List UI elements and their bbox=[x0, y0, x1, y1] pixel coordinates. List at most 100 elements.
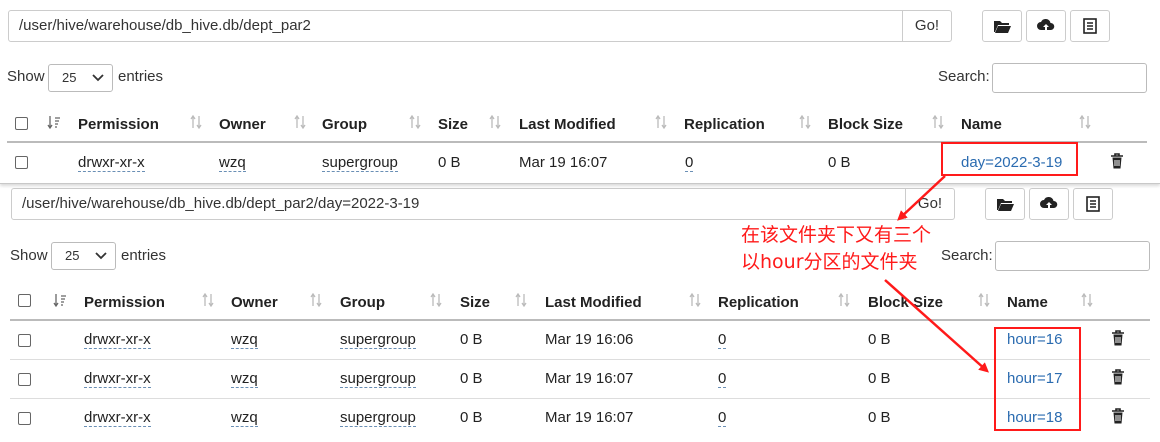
annotation-line-1: 在该文件夹下又有三个 bbox=[741, 224, 932, 246]
cell-last-modified: Mar 19 16:07 bbox=[545, 370, 634, 387]
sort-icon[interactable] bbox=[977, 292, 991, 308]
upload-cloud-icon bbox=[1037, 18, 1055, 32]
list-icon bbox=[1086, 196, 1100, 212]
upload-button[interactable] bbox=[1029, 188, 1069, 220]
show-label: Show bbox=[10, 247, 48, 264]
cell-size: 0 B bbox=[460, 409, 483, 426]
create-folder-button[interactable] bbox=[982, 10, 1022, 42]
cell-block-size: 0 B bbox=[868, 409, 891, 426]
search-label: Search: bbox=[941, 247, 993, 264]
sort-icon[interactable] bbox=[408, 114, 422, 130]
header-last-modified[interactable]: Last Modified bbox=[519, 116, 616, 133]
sort-icon[interactable] bbox=[1080, 292, 1094, 308]
sort-icon[interactable] bbox=[798, 114, 812, 130]
sort-icon[interactable] bbox=[688, 292, 702, 308]
header-size[interactable]: Size bbox=[438, 116, 468, 133]
header-name[interactable]: Name bbox=[961, 116, 1002, 133]
sort-icon[interactable] bbox=[189, 114, 203, 130]
annotation-line-2: 以hour分区的文件夹 bbox=[741, 251, 918, 273]
row-checkbox[interactable] bbox=[15, 156, 28, 169]
row-checkbox[interactable] bbox=[18, 334, 31, 347]
trash-icon[interactable] bbox=[1110, 153, 1124, 169]
cell-replication[interactable]: 0 bbox=[718, 370, 727, 388]
cell-size: 0 B bbox=[438, 154, 461, 171]
entries-label: entries bbox=[118, 68, 164, 85]
header-replication[interactable]: Replication bbox=[684, 116, 765, 133]
row-checkbox[interactable] bbox=[18, 412, 31, 425]
cell-last-modified: Mar 19 16:06 bbox=[545, 331, 634, 348]
cell-block-size: 0 B bbox=[828, 154, 851, 171]
sort-icon[interactable] bbox=[514, 292, 528, 308]
cell-owner[interactable]: wzq bbox=[231, 409, 258, 427]
folder-open-icon bbox=[997, 199, 1014, 211]
trash-icon[interactable] bbox=[1111, 330, 1125, 346]
header-last-modified[interactable]: Last Modified bbox=[545, 294, 642, 311]
trash-icon[interactable] bbox=[1111, 369, 1125, 385]
cell-owner[interactable]: wzq bbox=[231, 370, 258, 388]
create-folder-button[interactable] bbox=[985, 188, 1025, 220]
cell-group[interactable]: supergroup bbox=[340, 331, 416, 349]
cell-replication[interactable]: 0 bbox=[685, 154, 694, 172]
header-group[interactable]: Group bbox=[322, 116, 367, 133]
cut-paste-button[interactable] bbox=[1073, 188, 1113, 220]
cell-last-modified: Mar 19 16:07 bbox=[545, 409, 634, 426]
cell-size: 0 B bbox=[460, 370, 483, 387]
sort-icon[interactable] bbox=[201, 292, 215, 308]
cut-paste-button[interactable] bbox=[1070, 10, 1110, 42]
row-divider bbox=[10, 359, 1150, 360]
path-input[interactable]: /user/hive/warehouse/db_hive.db/dept_par… bbox=[11, 188, 906, 220]
chevron-down-icon bbox=[92, 74, 104, 82]
cell-permission[interactable]: drwxr-xr-x bbox=[84, 409, 151, 427]
cell-permission[interactable]: drwxr-xr-x bbox=[84, 331, 151, 349]
cell-last-modified: Mar 19 16:07 bbox=[519, 154, 608, 171]
browser-panel-parent: /user/hive/warehouse/db_hive.db/dept_par… bbox=[0, 0, 1160, 184]
highlight-box-hour-folders bbox=[994, 327, 1081, 431]
cell-owner[interactable]: wzq bbox=[219, 154, 246, 172]
header-name[interactable]: Name bbox=[1007, 294, 1048, 311]
cell-replication[interactable]: 0 bbox=[718, 331, 727, 349]
go-button[interactable]: Go! bbox=[905, 188, 955, 220]
sort-icon[interactable] bbox=[931, 114, 945, 130]
row-checkbox[interactable] bbox=[18, 373, 31, 386]
sort-icon[interactable] bbox=[1078, 114, 1092, 130]
select-all-checkbox[interactable] bbox=[18, 294, 31, 307]
cell-group[interactable]: supergroup bbox=[340, 370, 416, 388]
upload-button[interactable] bbox=[1026, 10, 1066, 42]
search-input[interactable] bbox=[995, 241, 1150, 271]
cell-group[interactable]: supergroup bbox=[340, 409, 416, 427]
sort-asc-icon[interactable] bbox=[53, 293, 67, 308]
cell-permission[interactable]: drwxr-xr-x bbox=[84, 370, 151, 388]
sort-icon[interactable] bbox=[293, 114, 307, 130]
search-input[interactable] bbox=[992, 63, 1147, 93]
header-block-size[interactable]: Block Size bbox=[868, 294, 943, 311]
header-divider bbox=[10, 319, 1150, 321]
cell-owner[interactable]: wzq bbox=[231, 331, 258, 349]
sort-icon[interactable] bbox=[429, 292, 443, 308]
sort-icon[interactable] bbox=[488, 114, 502, 130]
header-owner[interactable]: Owner bbox=[231, 294, 278, 311]
select-all-checkbox[interactable] bbox=[15, 117, 28, 130]
search-label: Search: bbox=[938, 68, 990, 85]
sort-icon[interactable] bbox=[654, 114, 668, 130]
sort-icon[interactable] bbox=[837, 292, 851, 308]
header-replication[interactable]: Replication bbox=[718, 294, 799, 311]
go-button[interactable]: Go! bbox=[902, 10, 952, 42]
sort-asc-icon[interactable] bbox=[47, 115, 61, 130]
trash-icon[interactable] bbox=[1111, 408, 1125, 424]
header-owner[interactable]: Owner bbox=[219, 116, 266, 133]
header-permission[interactable]: Permission bbox=[84, 294, 165, 311]
sort-icon[interactable] bbox=[309, 292, 323, 308]
cell-size: 0 B bbox=[460, 331, 483, 348]
browser-panel-child: /user/hive/warehouse/db_hive.db/dept_par… bbox=[0, 183, 1160, 442]
header-block-size[interactable]: Block Size bbox=[828, 116, 903, 133]
cell-group[interactable]: supergroup bbox=[322, 154, 398, 172]
cell-permission[interactable]: drwxr-xr-x bbox=[78, 154, 145, 172]
header-group[interactable]: Group bbox=[340, 294, 385, 311]
cell-replication[interactable]: 0 bbox=[718, 409, 727, 427]
path-input[interactable]: /user/hive/warehouse/db_hive.db/dept_par… bbox=[8, 10, 903, 42]
entries-select[interactable]: 25 bbox=[48, 64, 113, 92]
entries-select[interactable]: 25 bbox=[51, 242, 116, 270]
header-permission[interactable]: Permission bbox=[78, 116, 159, 133]
header-size[interactable]: Size bbox=[460, 294, 490, 311]
upload-cloud-icon bbox=[1040, 196, 1058, 210]
